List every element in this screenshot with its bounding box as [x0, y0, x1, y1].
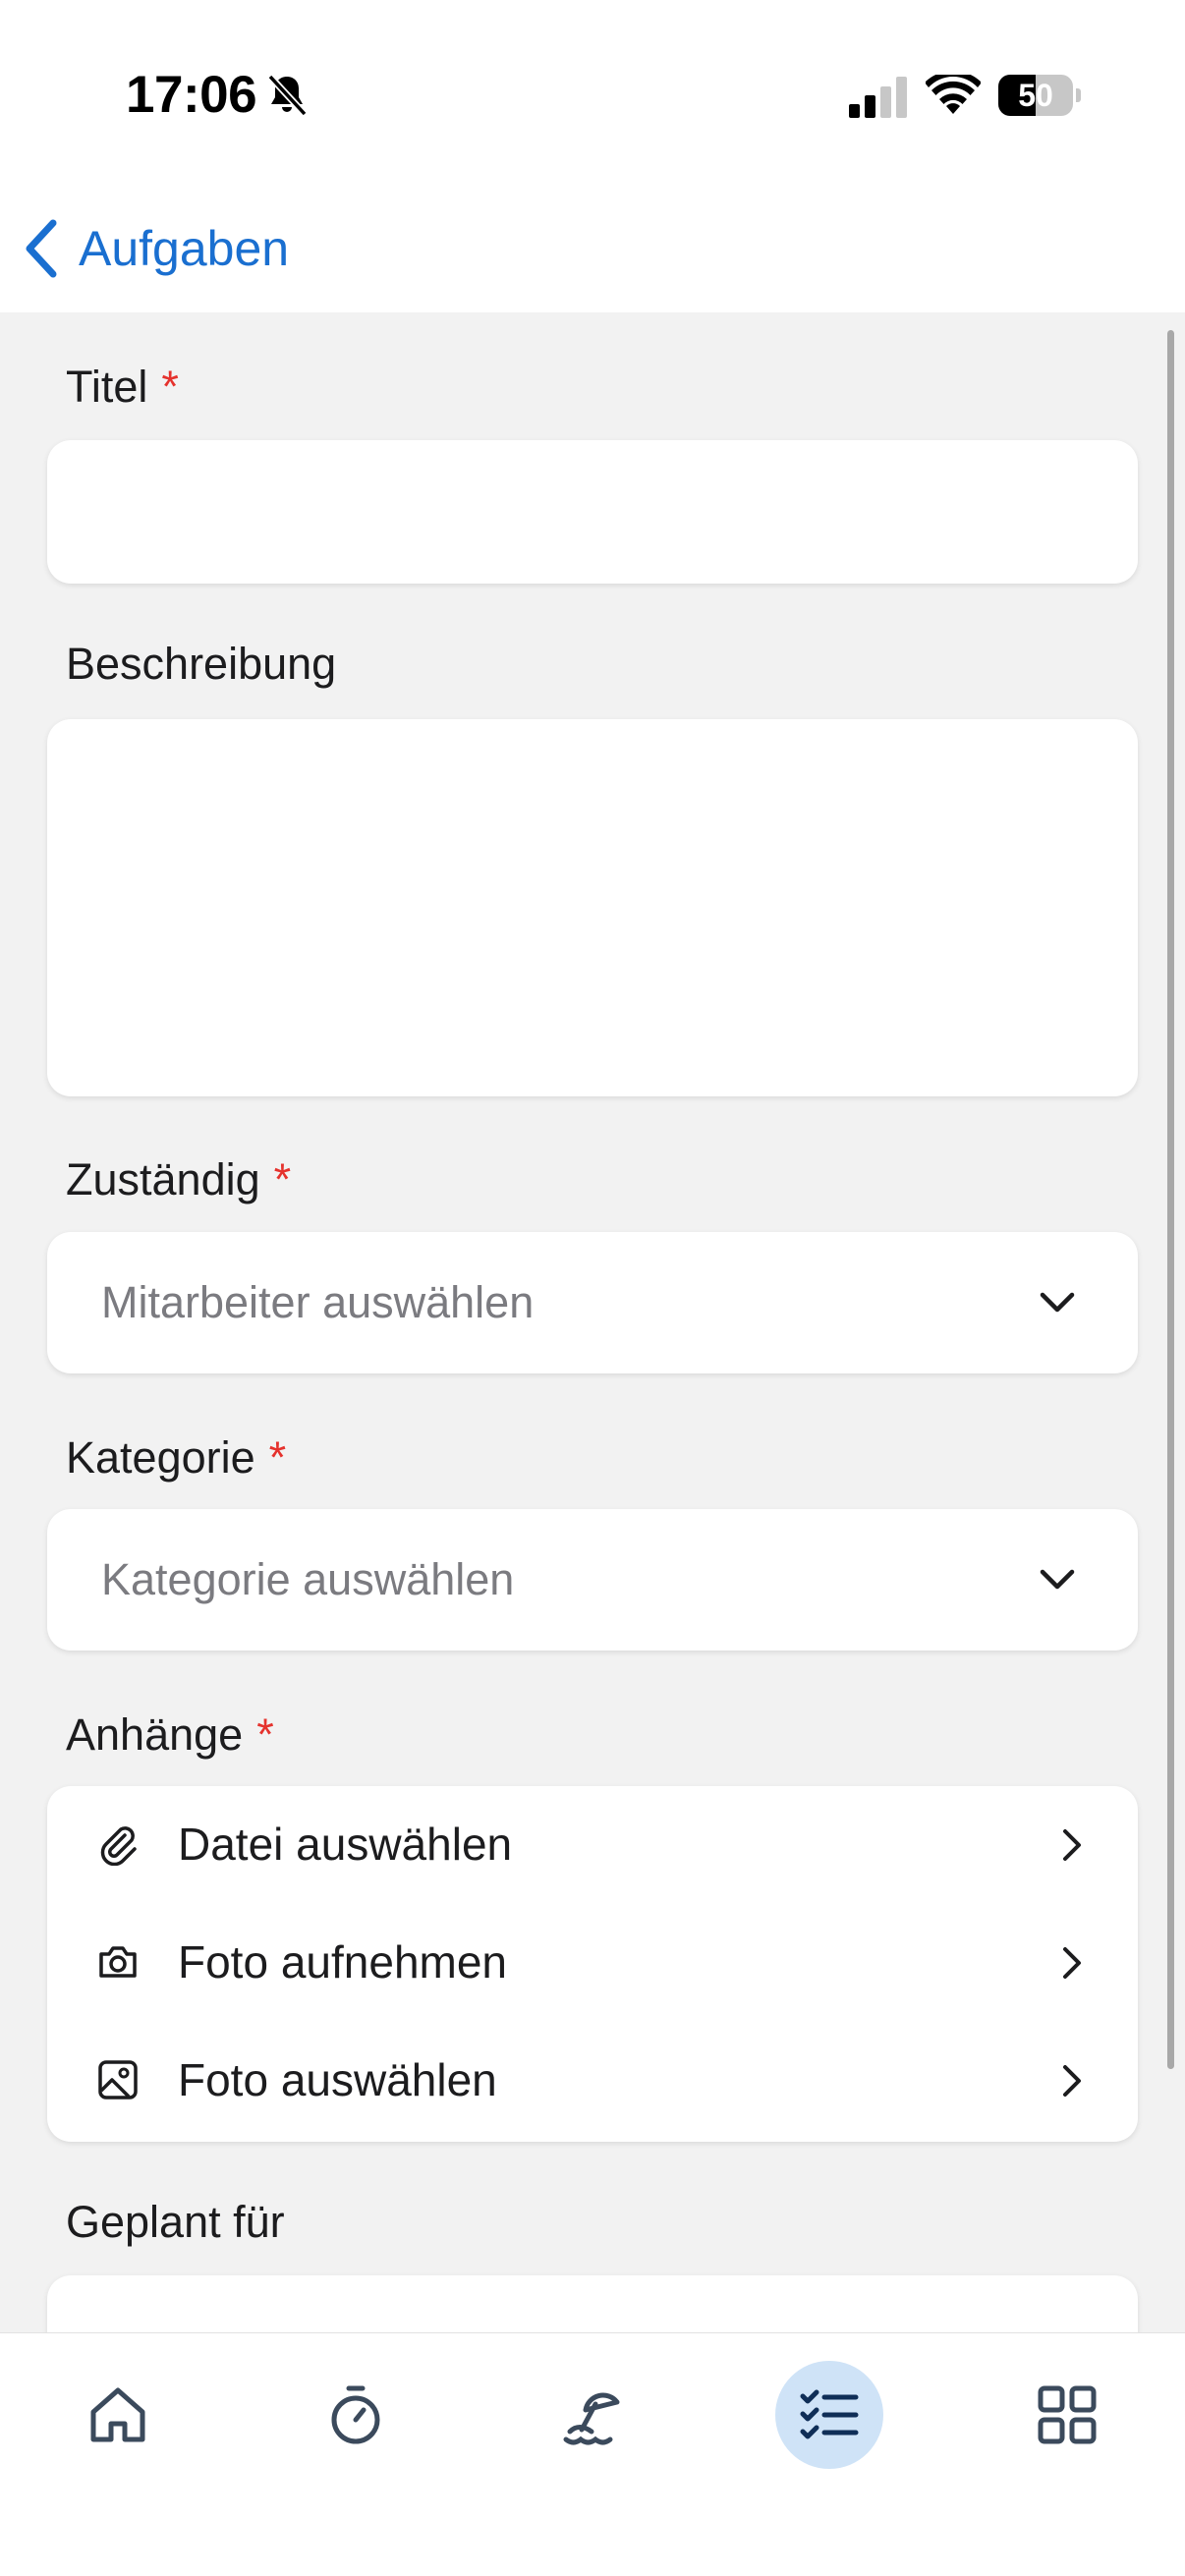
back-button[interactable]: Aufgaben — [22, 211, 289, 286]
choose-file-label: Datei auswählen — [178, 1819, 513, 1870]
planned-for-label: Geplant für — [66, 2197, 285, 2247]
beach-umbrella-icon — [563, 2392, 620, 2445]
checklist-icon — [800, 2389, 859, 2439]
back-label: Aufgaben — [79, 221, 290, 276]
assignee-label: Zuständig * — [66, 1154, 292, 1204]
category-placeholder: Kategorie auswählen — [101, 1554, 515, 1604]
choose-photo-label: Foto auswählen — [178, 2054, 497, 2105]
required-marker: * — [268, 1432, 287, 1483]
required-marker: * — [161, 362, 179, 412]
task-form: Titel * Beschreibung Zuständig * Mitarbeit… — [0, 312, 1185, 2332]
chevron-right-icon — [1063, 1947, 1081, 1979]
chevron-down-icon — [1040, 1569, 1075, 1590]
scrollbar[interactable] — [1167, 330, 1174, 2069]
wifi-icon — [926, 75, 981, 114]
assignee-placeholder: Mitarbeiter auswählen — [101, 1277, 535, 1327]
home-icon — [90, 2387, 145, 2442]
tab-time-tracking[interactable] — [302, 2361, 410, 2469]
cellular-signal-icon — [849, 77, 907, 118]
chevron-down-icon — [1040, 1292, 1075, 1313]
required-marker: * — [256, 1709, 274, 1760]
planned-for-input[interactable] — [47, 2275, 1138, 2332]
tab-bar — [0, 2332, 1185, 2576]
choose-photo-option[interactable]: Foto auswählen — [47, 2022, 1138, 2138]
category-label: Kategorie * — [66, 1432, 287, 1483]
image-icon — [98, 2060, 138, 2100]
chevron-left-icon — [26, 219, 57, 278]
category-select[interactable]: Kategorie auswählen — [47, 1509, 1138, 1651]
required-marker: * — [273, 1154, 292, 1204]
assignee-select[interactable]: Mitarbeiter auswählen — [47, 1232, 1138, 1373]
chevron-right-icon — [1063, 1829, 1081, 1861]
task-create-screen: 17:06 50 Aufgaben Titel * Beschreibung Z… — [0, 0, 1185, 2576]
tab-home[interactable] — [64, 2361, 172, 2469]
battery-level: 50 — [1018, 78, 1053, 113]
camera-icon — [99, 1946, 137, 1978]
attachments-label: Anhänge * — [66, 1709, 274, 1760]
status-bar: 17:06 50 — [0, 0, 1185, 187]
take-photo-label: Foto aufnehmen — [178, 1936, 508, 1988]
stopwatch-icon — [331, 2385, 380, 2444]
title-input[interactable] — [47, 440, 1138, 584]
choose-file-option[interactable]: Datei auswählen — [47, 1786, 1138, 1902]
tab-vacation[interactable] — [538, 2361, 647, 2469]
tab-more[interactable] — [1013, 2361, 1121, 2469]
tab-tasks[interactable] — [775, 2361, 883, 2469]
battery-icon: 50 — [998, 75, 1081, 116]
grid-icon — [1038, 2385, 1097, 2444]
title-label: Titel * — [66, 362, 179, 412]
paperclip-icon — [100, 1826, 137, 1866]
bell-slash-icon — [267, 74, 308, 117]
attachments-card: Datei auswählen Foto aufnehmen Foto ausw… — [47, 1786, 1138, 2142]
status-time: 17:06 — [126, 66, 257, 124]
chevron-right-icon — [1063, 2065, 1081, 2097]
description-label: Beschreibung — [66, 639, 337, 689]
take-photo-option[interactable]: Foto aufnehmen — [47, 1904, 1138, 2020]
description-textarea[interactable] — [47, 719, 1138, 1096]
